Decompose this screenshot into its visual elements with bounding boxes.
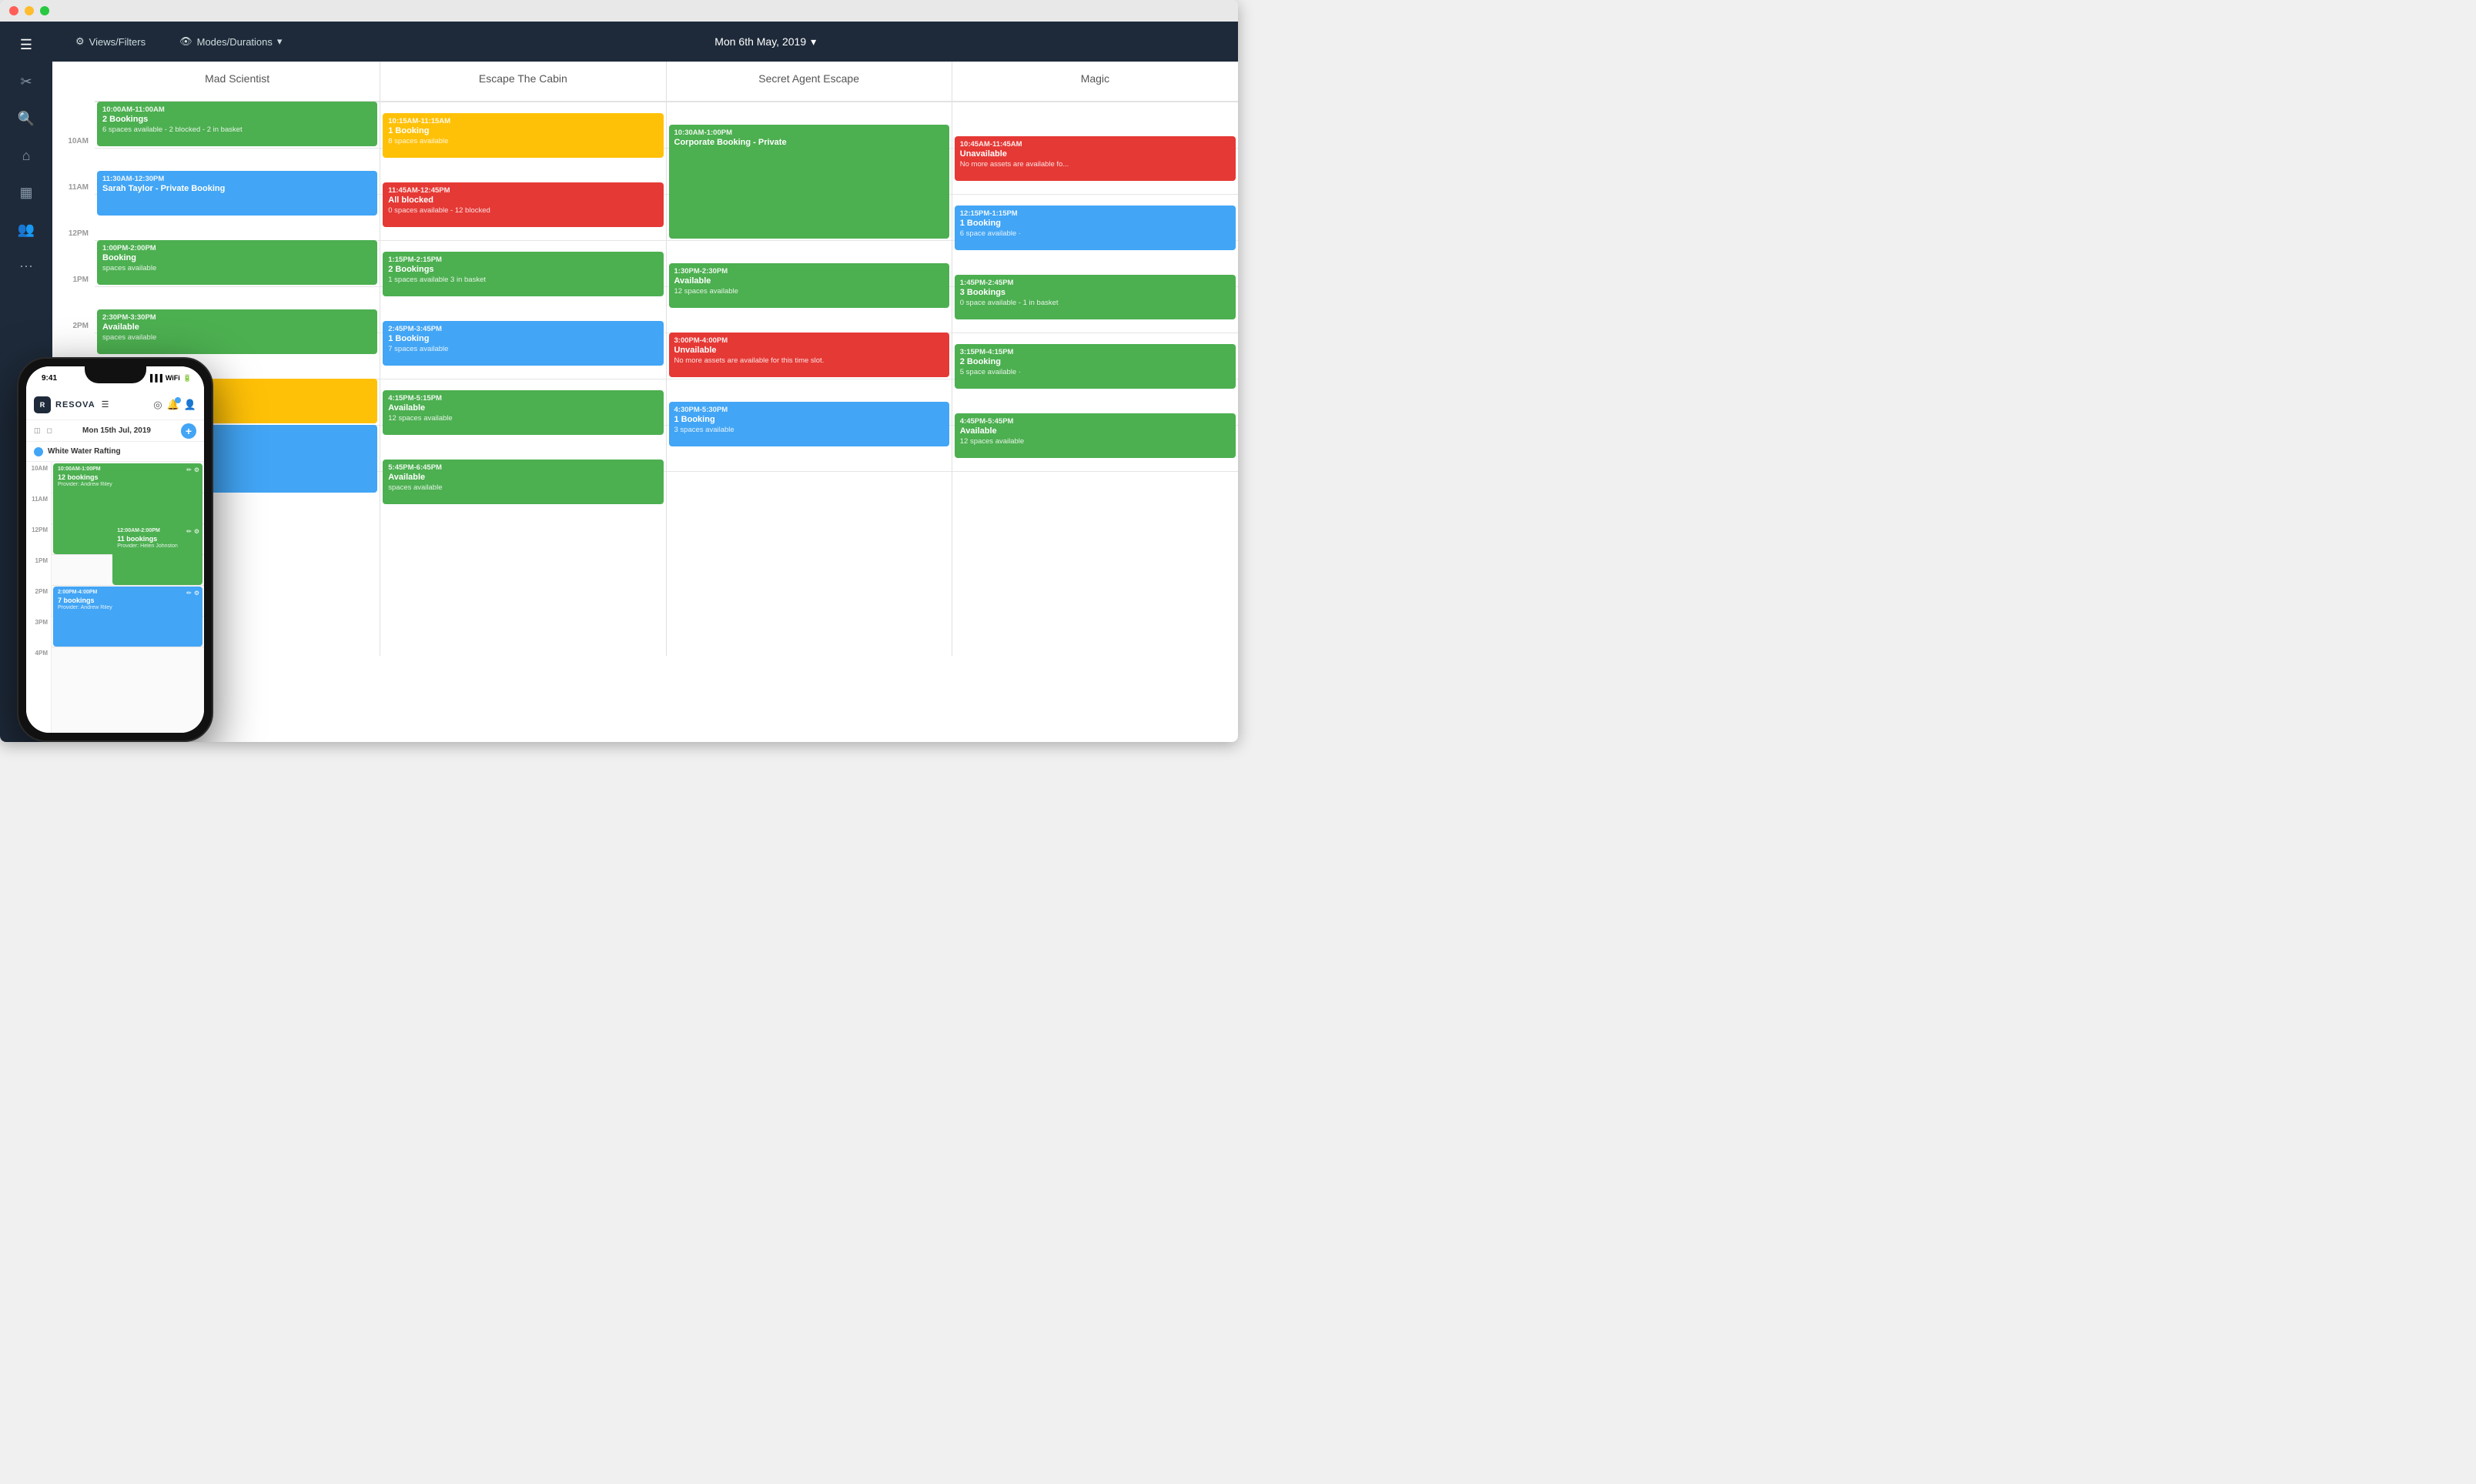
phone-time-1pm: 1PM [26,554,51,585]
phone-time-2pm: 2PM [26,585,51,616]
time-label-12pm: 12PM [69,229,89,238]
col-header-secret-agent: Secret Agent Escape [667,62,952,101]
phone-time-4pm: 4PM [26,647,51,677]
event-card[interactable]: 5:45PM-6:45PM Available spaces available [383,460,663,504]
phone-app-logo: R [34,396,51,413]
calendar-area: 10AM 11AM 12PM 1PM 2PM 3PM 4PM 5PM Mad S… [52,62,1238,742]
phone-resource-icon: ◻ [47,426,52,435]
sidebar-more-icon[interactable]: ⋯ [11,251,42,282]
views-filters-label: Views/Filters [89,36,146,48]
event-card[interactable]: 3:15PM-4:15PM 2 Booking 5 space availabl… [955,344,1236,389]
col-header-magic: Magic [952,62,1238,101]
columns-scroll[interactable]: Mad Scientist Escape The Cabin Secret Ag… [95,62,1238,742]
column-headers: Mad Scientist Escape The Cabin Secret Ag… [95,62,1238,102]
time-label-2pm: 2PM [72,322,89,330]
sidebar-menu-icon[interactable]: ☰ [11,29,42,60]
col-header-mad-scientist: Mad Scientist [95,62,380,101]
col-header-escape-cabin: Escape The Cabin [380,62,666,101]
sidebar-tools-icon[interactable]: ✂ [11,66,42,97]
event-card[interactable]: 3:00PM-4:00PM Unvailable No more assets … [669,333,949,377]
phone-compass-icon[interactable]: ◎ [153,399,162,411]
phone-user-icon[interactable]: 👤 [184,399,196,411]
event-card[interactable]: 1:30PM-2:30PM Available 12 spaces availa… [669,263,949,308]
time-label-1pm: 1PM [72,276,89,284]
calendar-grid: 10:00AM-11:00AM 2 Bookings 6 spaces avai… [95,102,1238,656]
modes-dropdown-icon: ▾ [277,35,283,48]
phone-date-label: Mon 15th Jul, 2019 [59,426,175,435]
time-label-10am: 10AM [68,137,89,145]
close-button[interactable] [9,6,18,15]
minimize-button[interactable] [25,6,34,15]
date-label: Mon 6th May, 2019 [714,35,806,48]
sidebar-search-icon[interactable]: 🔍 [11,103,42,134]
phone-event-3[interactable]: 2:00PM-4:00PM 7 bookings Provider: Andre… [53,587,202,647]
phone-time-10: 10AM [26,462,51,493]
event-card[interactable]: 11:30AM-12:30PM Sarah Taylor - Private B… [97,171,377,216]
phone-app-name: RESOVA [55,400,95,409]
phone-time-3pm: 3PM [26,616,51,647]
phone-resource-name: White Water Rafting [48,447,121,456]
main-area: ⚙ Views/Filters 👁 Modes/Durations ▾ Mon … [52,22,1238,742]
col-magic: 10:45AM-11:45AM Unavailable No more asse… [952,102,1238,656]
event-card[interactable]: 4:45PM-5:45PM Available 12 spaces availa… [955,413,1236,458]
event-card[interactable]: 10:30AM-1:00PM Corporate Booking - Priva… [669,125,949,239]
phone-time-11: 11AM [26,493,51,523]
app-window: ☰ ✂ 🔍 ⌂ ▦ 👥 ⋯ ⚙ Views/Filters 👁 Modes/Du… [0,0,1238,742]
views-filters-button[interactable]: ⚙ Views/Filters [68,31,153,52]
event-card[interactable]: 4:30PM-5:30PM 1 Booking 3 spaces availab… [669,402,949,446]
event-card[interactable]: 2:30PM-3:30PM Available spaces available [97,309,377,354]
event-card[interactable]: 10:15AM-11:15AM 1 Booking 8 spaces avail… [383,113,663,158]
event-card[interactable]: 1:15PM-2:15PM 2 Bookings 1 spaces availa… [383,252,663,296]
phone-cal-icon: ◫ [34,426,41,435]
event-card[interactable]: 12:15PM-1:15PM 1 Booking 6 space availab… [955,206,1236,250]
modes-durations-label: Modes/Durations [197,36,273,48]
titlebar [0,0,1238,22]
modes-durations-button[interactable]: 👁 Modes/Durations ▾ [172,31,289,52]
app-header: ⚙ Views/Filters 👁 Modes/Durations ▾ Mon … [52,22,1238,62]
phone-time: 9:41 [42,374,57,383]
col-secret-agent: 10:30AM-1:00PM Corporate Booking - Priva… [667,102,952,656]
phone-calendar-area: 10AM 11AM 12PM 1PM 2PM 3PM 4PM [26,462,204,733]
time-label-11am: 11AM [69,183,89,192]
views-filters-icon: ⚙ [75,35,85,48]
sidebar-home-icon[interactable]: ⌂ [11,140,42,171]
maximize-button[interactable] [40,6,49,15]
col-escape-cabin: 10:15AM-11:15AM 1 Booking 8 spaces avail… [380,102,666,656]
event-card[interactable]: 1:00PM-2:00PM Booking spaces available [97,240,377,285]
event-card[interactable]: 10:45AM-11:45AM Unavailable No more asse… [955,136,1236,181]
sidebar-people-icon[interactable]: 👥 [11,214,42,245]
date-dropdown-icon: ▾ [811,35,816,48]
event-card[interactable]: 4:15PM-5:15PM Available 12 spaces availa… [383,390,663,435]
phone-event-2[interactable]: 12:00AM-2:00PM 11 bookings Provider: Hel… [112,525,202,585]
date-selector[interactable]: Mon 6th May, 2019 ▾ [714,35,816,48]
phone-time-12: 12PM [26,523,51,554]
sidebar-calendar-icon[interactable]: ▦ [11,177,42,208]
phone-mockup: 9:41 ▐▐▐ WiFi 🔋 R RESOVA ☰ ◎ 🔔 👤 [17,357,213,742]
eye-icon: 👁 [179,35,192,48]
event-card[interactable]: 1:45PM-2:45PM 3 Bookings 0 space availab… [955,275,1236,319]
phone-resource-dot [34,447,43,456]
phone-bell-icon[interactable]: 🔔 [167,399,179,411]
event-card[interactable]: 11:45AM-12:45PM All blocked 0 spaces ava… [383,182,663,227]
event-card[interactable]: 10:00AM-11:00AM 2 Bookings 6 spaces avai… [97,102,377,146]
event-card[interactable]: 2:45PM-3:45PM 1 Booking 7 spaces availab… [383,321,663,366]
phone-add-button[interactable]: + [181,423,196,439]
